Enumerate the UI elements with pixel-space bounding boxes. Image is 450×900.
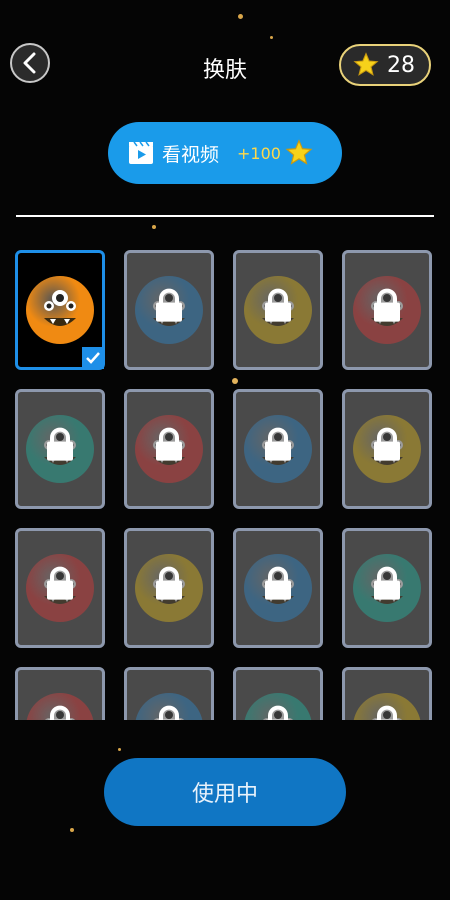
skin-card[interactable] xyxy=(233,250,323,370)
lock-icon xyxy=(153,566,185,606)
skin-card[interactable] xyxy=(124,389,214,509)
lock-icon xyxy=(262,566,294,606)
lock-icon xyxy=(371,427,403,467)
lock-icon xyxy=(44,566,76,606)
coin-counter: 28 xyxy=(339,44,431,86)
skin-card[interactable] xyxy=(233,528,323,648)
skin-card[interactable] xyxy=(15,250,105,370)
skin-card[interactable] xyxy=(15,667,105,720)
skin-card[interactable] xyxy=(342,667,432,720)
lock-icon xyxy=(44,705,76,720)
use-skin-button[interactable]: 使用中 xyxy=(104,758,346,826)
skin-card[interactable] xyxy=(15,389,105,509)
watch-video-label: 看视频 xyxy=(162,143,220,166)
lock-icon xyxy=(262,705,294,720)
video-reward-amount: +100 xyxy=(237,143,281,163)
skin-card[interactable] xyxy=(124,667,214,720)
lock-icon xyxy=(262,288,294,328)
coin-count: 28 xyxy=(387,52,415,78)
skin-card[interactable] xyxy=(233,667,323,720)
checkmark-icon xyxy=(82,347,104,369)
star-icon xyxy=(353,52,379,76)
lock-icon xyxy=(262,427,294,467)
lock-icon xyxy=(371,288,403,328)
lock-icon xyxy=(153,288,185,328)
lock-icon xyxy=(153,427,185,467)
lock-icon xyxy=(371,705,403,720)
skin-card[interactable] xyxy=(124,528,214,648)
skin-card[interactable] xyxy=(342,389,432,509)
skin-card[interactable] xyxy=(233,389,323,509)
video-play-icon xyxy=(129,141,153,164)
skin-card[interactable] xyxy=(342,528,432,648)
skin-grid[interactable] xyxy=(0,248,450,720)
skin-card[interactable] xyxy=(342,250,432,370)
lock-icon xyxy=(371,566,403,606)
star-icon xyxy=(285,139,313,165)
monster-skin-icon xyxy=(26,276,94,344)
lock-icon xyxy=(153,705,185,720)
skin-card[interactable] xyxy=(15,528,105,648)
divider xyxy=(16,215,434,217)
lock-icon xyxy=(44,427,76,467)
skin-card[interactable] xyxy=(124,250,214,370)
watch-video-button[interactable]: 看视频 +100 xyxy=(108,122,342,184)
